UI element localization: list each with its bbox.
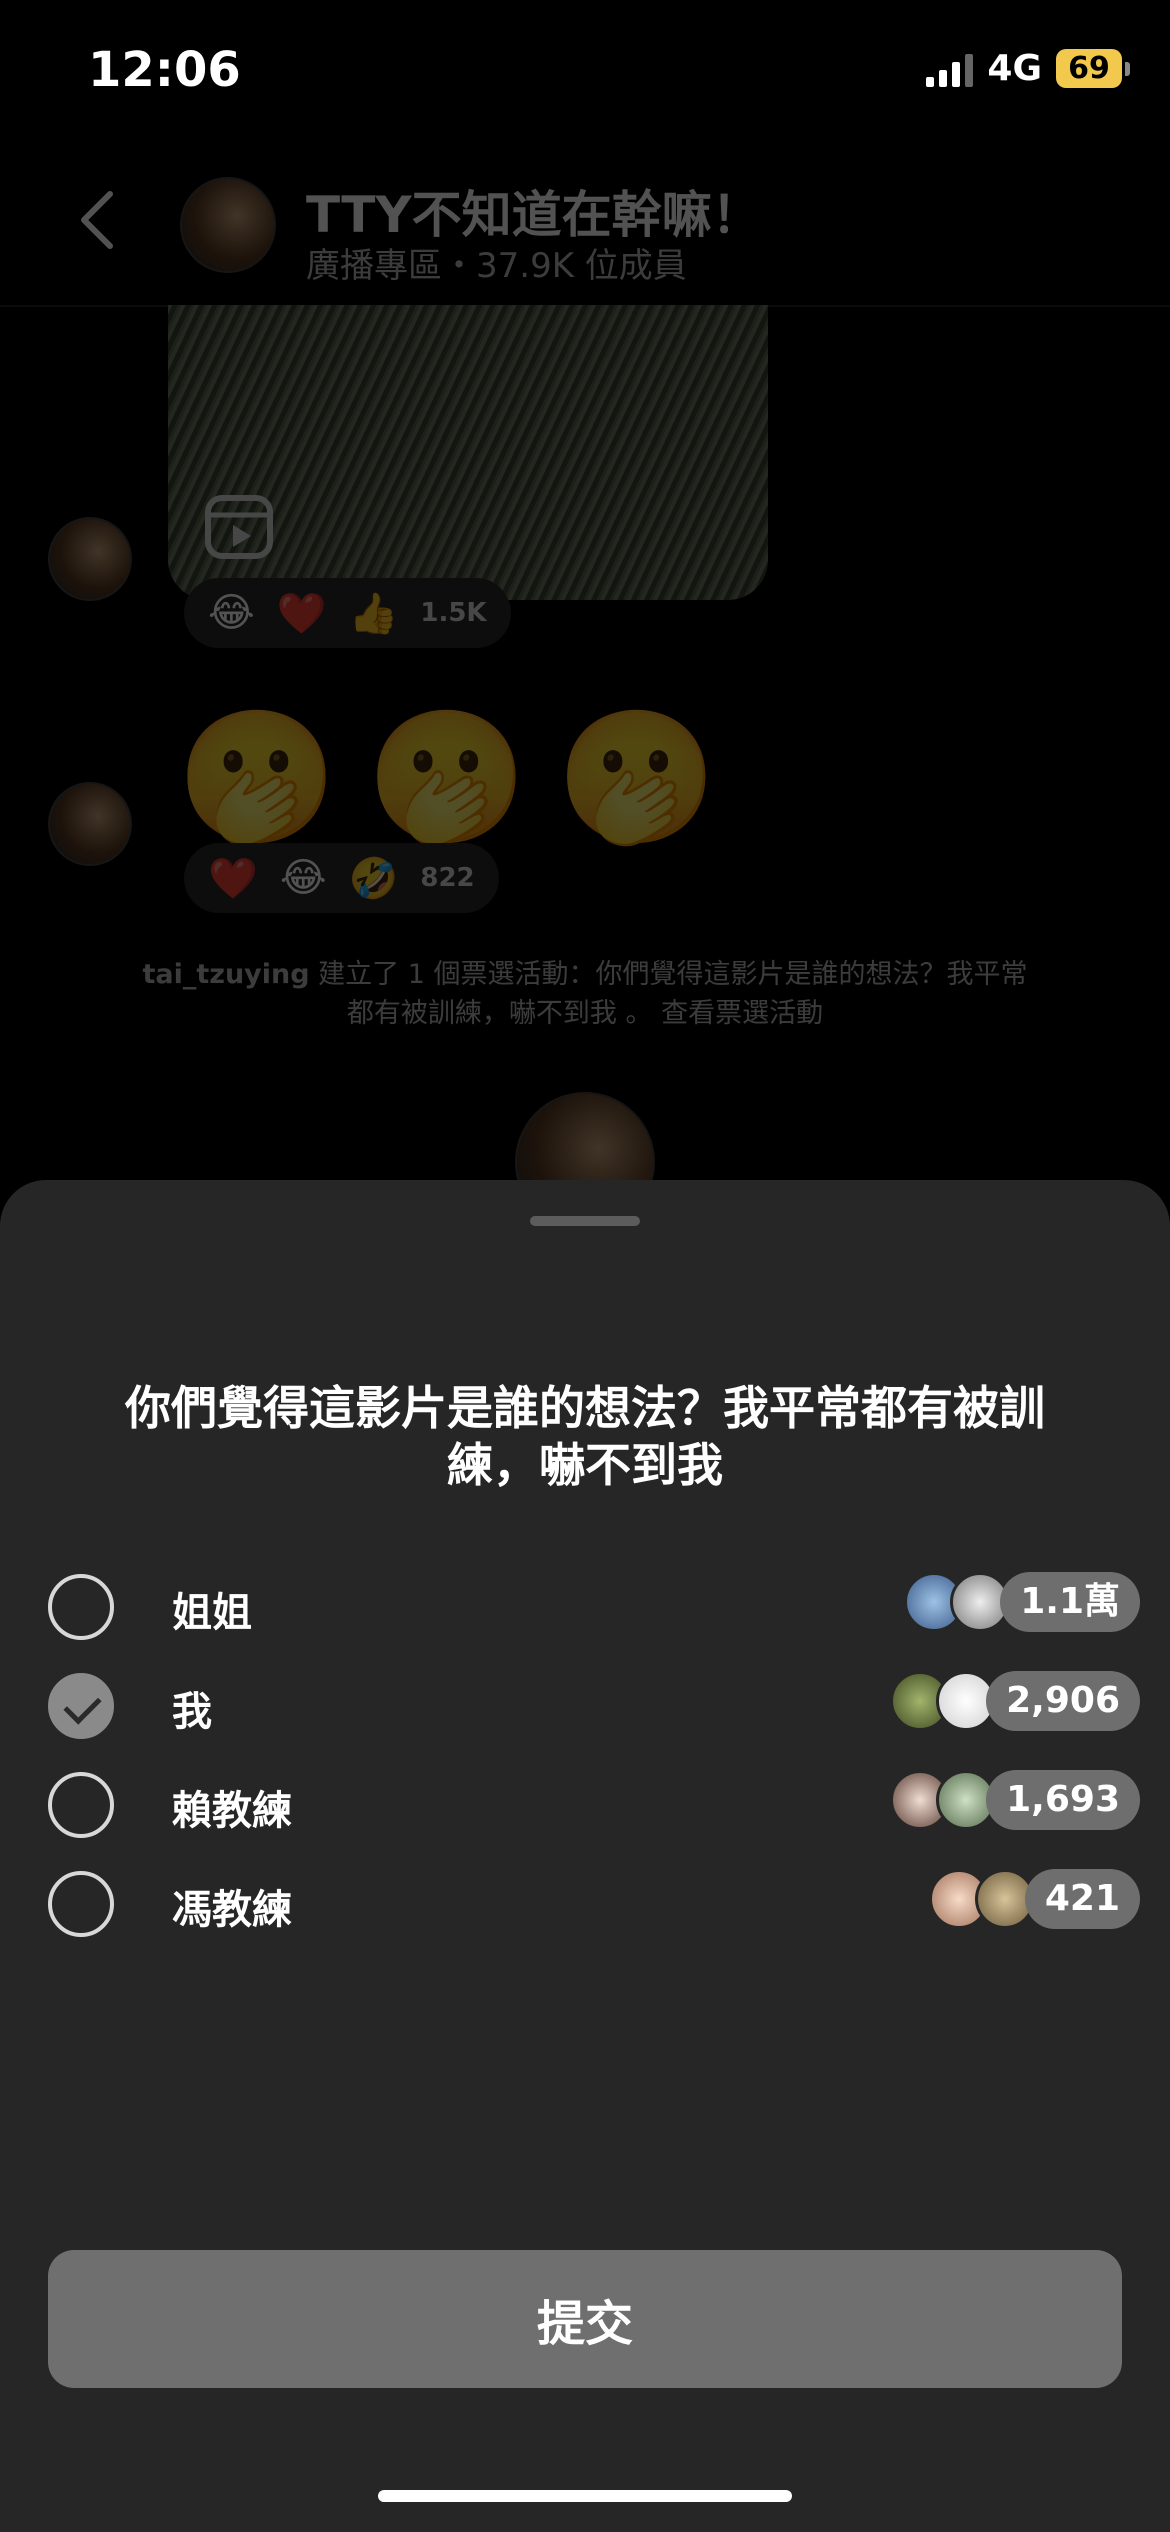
emoji: 🫢 xyxy=(176,701,338,853)
reaction-count: 822 xyxy=(420,863,475,893)
radio-button[interactable] xyxy=(48,1772,114,1838)
radio-button[interactable] xyxy=(48,1574,114,1640)
view-poll-link[interactable]: 查看票選活動 xyxy=(653,998,823,1029)
submit-button[interactable]: 提交 xyxy=(48,2250,1122,2388)
reaction-emoji: ❤️ xyxy=(276,590,327,637)
vote-count: 2,906 xyxy=(986,1671,1140,1731)
system-message: tai_tzuying 建立了 1 個票選活動：你們覺得這影片是誰的想法？我平常… xyxy=(130,955,1040,1033)
option-label: 賴教練 xyxy=(172,1788,292,1834)
vote-count: 421 xyxy=(1024,1869,1140,1929)
channel-title: TTY不知道在幹嘛！ xyxy=(306,186,762,244)
vote-count: 1.1萬 xyxy=(1000,1572,1140,1632)
video-reactions[interactable]: 😂 ❤️ 👍 1.5K xyxy=(184,578,511,648)
reaction-emoji: 😂 xyxy=(279,855,327,901)
poll-option[interactable]: 賴教練 1,693 xyxy=(0,1766,1170,1856)
sheet-grabber[interactable] xyxy=(530,1216,640,1226)
radio-button[interactable] xyxy=(48,1871,114,1937)
voter-summary[interactable]: 421 xyxy=(928,1869,1140,1929)
home-indicator[interactable] xyxy=(378,2490,792,2502)
vote-count: 1,693 xyxy=(986,1770,1140,1830)
reaction-emoji: ❤️ xyxy=(208,855,258,902)
poll-option[interactable]: 姐姐 1.1萬 xyxy=(0,1568,1170,1658)
emoji-message[interactable]: 🫢 🫢 🫢 xyxy=(176,712,718,842)
reel-icon xyxy=(205,495,273,559)
channel-subtitle: 廣播專區・37.9K 位成員 xyxy=(306,246,687,286)
sender-avatar[interactable] xyxy=(48,782,132,866)
sender-avatar[interactable] xyxy=(48,517,132,601)
option-label: 我 xyxy=(172,1689,212,1735)
poll-option[interactable]: 馮教練 421 xyxy=(0,1865,1170,1955)
emoji-reactions[interactable]: ❤️ 😂 🤣 822 xyxy=(184,843,499,913)
back-chevron-icon[interactable] xyxy=(78,190,118,250)
reaction-emoji: 👍 xyxy=(348,590,399,637)
voter-summary[interactable]: 1,693 xyxy=(890,1770,1140,1830)
checkmark-icon[interactable] xyxy=(48,1673,114,1739)
poll-option[interactable]: 我 2,906 xyxy=(0,1667,1170,1757)
channel-avatar[interactable] xyxy=(180,177,276,273)
chat-background: TTY不知道在幹嘛！ 廣播專區・37.9K 位成員 😂 ❤️ 👍 1.5K 🫢 … xyxy=(0,0,1170,1232)
emoji: 🫢 xyxy=(555,701,718,853)
system-username[interactable]: tai_tzuying xyxy=(142,959,309,990)
reaction-emoji: 😂 xyxy=(208,590,255,636)
option-label: 馮教練 xyxy=(172,1887,292,1933)
poll-question: 你們覺得這影片是誰的想法？我平常都有被訓練，嚇不到我 xyxy=(125,1381,1045,1493)
emoji: 🫢 xyxy=(365,701,528,853)
reaction-count: 1.5K xyxy=(420,598,487,628)
voter-summary[interactable]: 2,906 xyxy=(890,1671,1140,1731)
voter-summary[interactable]: 1.1萬 xyxy=(904,1572,1140,1632)
reaction-emoji: 🤣 xyxy=(348,855,399,902)
option-label: 姐姐 xyxy=(172,1590,252,1636)
